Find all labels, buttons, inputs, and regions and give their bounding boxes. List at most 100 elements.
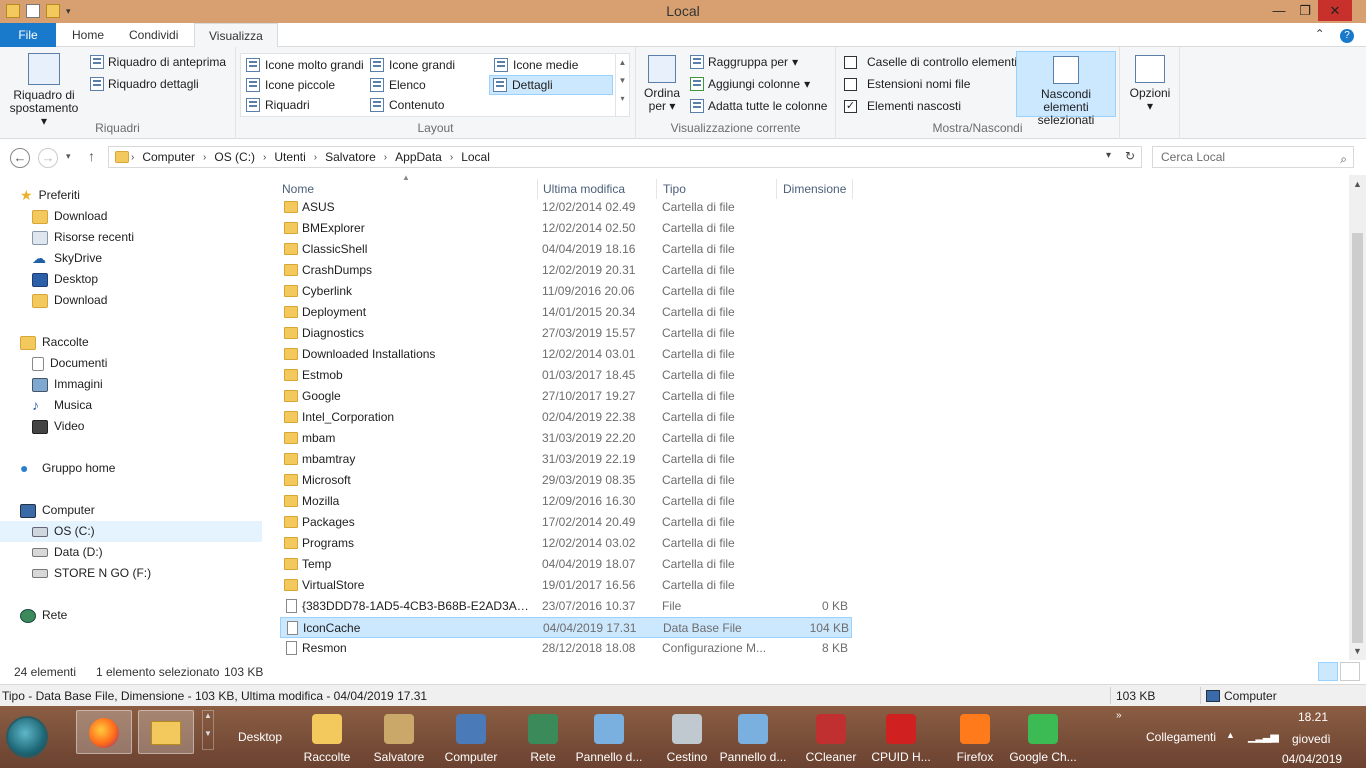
file-extensions-checkbox[interactable]: [844, 77, 857, 91]
nav-recent-places[interactable]: Risorse recenti: [32, 227, 134, 248]
cell-name[interactable]: Intel_Corporation: [302, 407, 534, 428]
scroll-down-icon[interactable]: ▼: [1349, 646, 1366, 656]
cell-name[interactable]: CrashDumps: [302, 260, 534, 281]
nav-computer[interactable]: Computer: [20, 500, 95, 521]
scrollbar-thumb[interactable]: [1352, 233, 1363, 643]
table-row[interactable]: Google 27/10/2017 19.27 Cartella di file: [280, 386, 852, 407]
layout-list[interactable]: Elenco: [367, 75, 429, 95]
cell-name[interactable]: Mozilla: [302, 491, 534, 512]
new-folder-icon[interactable]: [46, 4, 60, 18]
group-by-button[interactable]: Raggruppa per ▾: [690, 55, 798, 69]
details-view-button[interactable]: [1318, 662, 1338, 681]
nav-drive-d[interactable]: Data (D:): [32, 542, 103, 563]
up-button[interactable]: ↑: [88, 148, 95, 164]
nav-drive-f[interactable]: STORE N GO (F:): [32, 563, 151, 584]
maximize-button[interactable]: ❐: [1288, 0, 1322, 21]
cell-name[interactable]: ClassicShell: [302, 239, 534, 260]
nav-music[interactable]: ♪ Musica: [32, 395, 92, 416]
table-row[interactable]: CrashDumps 12/02/2019 20.31 Cartella di fi…: [280, 260, 852, 281]
taskbar-item-cestino[interactable]: Cestino: [652, 714, 722, 764]
layout-extra-large-icons[interactable]: Icone molto grandi: [243, 55, 367, 75]
table-row[interactable]: Resmon 28/12/2018 18.08 Configurazione M..…: [280, 638, 852, 659]
table-row[interactable]: Intel_Corporation 02/04/2019 22.38 Cartell…: [280, 407, 852, 428]
layout-large-icons[interactable]: Icone grandi: [367, 55, 458, 75]
sort-by-button[interactable]: Ordina per ▾: [640, 55, 684, 113]
breadcrumb-salvatore[interactable]: Salvatore: [325, 150, 376, 164]
taskbar-firefox-window[interactable]: [76, 710, 132, 754]
taskbar-item-computer[interactable]: Computer: [436, 714, 506, 764]
taskbar-explorer-window[interactable]: [138, 710, 194, 754]
tab-home[interactable]: Home: [58, 23, 118, 47]
signal-icon[interactable]: ▁▂▃▅: [1248, 730, 1279, 743]
table-row[interactable]: Temp 04/04/2019 18.07 Cartella di file: [280, 554, 852, 575]
hidden-items-checkbox[interactable]: ✓: [844, 99, 857, 113]
recent-locations-icon[interactable]: ▾: [66, 151, 71, 162]
breadcrumb-utenti[interactable]: Utenti: [274, 150, 305, 164]
nav-libraries[interactable]: Raccolte: [20, 332, 89, 353]
cell-name[interactable]: Resmon: [302, 638, 534, 659]
clock-date[interactable]: 04/04/2019: [1282, 752, 1342, 766]
table-row[interactable]: VirtualStore 19/01/2017 16.56 Cartella di …: [280, 575, 852, 596]
nav-documents[interactable]: Documenti: [32, 353, 107, 374]
cell-name[interactable]: Diagnostics: [302, 323, 534, 344]
hidden-items-toggle[interactable]: ✓ Elementi nascosti: [844, 99, 961, 113]
cell-name[interactable]: Microsoft: [302, 470, 534, 491]
taskbar-item-raccolte[interactable]: Raccolte: [292, 714, 362, 764]
taskbar-item-firefox[interactable]: Firefox: [940, 714, 1010, 764]
nav-drive-c[interactable]: OS (C:): [0, 521, 262, 542]
links-toolbar-label[interactable]: Collegamenti: [1146, 730, 1216, 744]
breadcrumb-os-c[interactable]: OS (C:): [214, 150, 255, 164]
clock-day[interactable]: giovedì: [1292, 732, 1331, 746]
item-checkboxes-checkbox[interactable]: [844, 55, 857, 69]
layout-small-icons[interactable]: Icone piccole: [243, 75, 338, 95]
column-header-type[interactable]: Tipo: [657, 179, 777, 199]
cell-name[interactable]: Temp: [302, 554, 534, 575]
search-icon[interactable]: ⌕: [1340, 149, 1347, 169]
item-checkboxes-toggle[interactable]: Caselle di controllo elementi: [844, 55, 1017, 69]
taskbar-item-pannello-d[interactable]: Pannello d...: [718, 714, 788, 764]
table-row[interactable]: mbam 31/03/2019 22.20 Cartella di file: [280, 428, 852, 449]
nav-pictures[interactable]: Immagini: [32, 374, 103, 395]
table-row[interactable]: ClassicShell 04/04/2019 18.16 Cartella di …: [280, 239, 852, 260]
table-row[interactable]: Estmob 01/03/2017 18.45 Cartella di file: [280, 365, 852, 386]
navigation-pane-button[interactable]: Riquadro di spostamento ▾: [6, 53, 82, 128]
nav-skydrive[interactable]: ☁ SkyDrive: [32, 248, 102, 269]
table-row[interactable]: {383DDD78-1AD5-4CB3-B68B-E2AD3ADC... 23/0…: [280, 596, 852, 617]
large-icons-view-button[interactable]: [1340, 662, 1360, 681]
table-row[interactable]: Cyberlink 11/09/2016 20.06 Cartella di fil…: [280, 281, 852, 302]
cell-name[interactable]: Cyberlink: [302, 281, 534, 302]
collapse-ribbon-icon[interactable]: ⌃: [1315, 27, 1325, 41]
nav-network[interactable]: Rete: [20, 605, 67, 626]
cell-name[interactable]: BMExplorer: [302, 218, 534, 239]
table-row[interactable]: IconCache 04/04/2019 17.31 Data Base File 1…: [280, 617, 852, 638]
cell-name[interactable]: Google: [302, 386, 534, 407]
table-row[interactable]: Microsoft 29/03/2019 08.35 Cartella di fil…: [280, 470, 852, 491]
scroll-up-icon[interactable]: ▲: [1349, 179, 1366, 189]
fit-columns-button[interactable]: Adatta tutte le colonne: [690, 99, 827, 113]
cell-name[interactable]: Programs: [302, 533, 534, 554]
back-button[interactable]: ←: [10, 148, 30, 168]
taskbar-item-ccleaner[interactable]: CCleaner: [796, 714, 866, 764]
column-header-modified[interactable]: Ultima modifica: [537, 179, 657, 199]
taskbar-item-google-ch[interactable]: Google Ch...: [1008, 714, 1078, 764]
table-row[interactable]: Downloaded Installations 12/02/2014 03.01…: [280, 344, 852, 365]
cell-name[interactable]: Downloaded Installations: [302, 344, 534, 365]
nav-favorites[interactable]: ★ Preferiti: [20, 185, 80, 206]
taskbar-scroll-handle[interactable]: ▲ ▼: [202, 710, 214, 750]
column-header-name[interactable]: Nome: [276, 179, 538, 199]
add-columns-button[interactable]: Aggiungi colonne ▾: [690, 77, 810, 91]
nav-homegroup[interactable]: ● Gruppo home: [20, 458, 115, 479]
taskbar-item-cpuid-h[interactable]: CPUID H...: [866, 714, 936, 764]
desktop-toolbar-label[interactable]: Desktop: [238, 730, 282, 744]
address-dropdown-icon[interactable]: ▾: [1106, 150, 1111, 161]
address-bar[interactable]: › Computer › OS (C:) › Utenti › Salvator…: [108, 146, 1142, 168]
vertical-scrollbar[interactable]: ▲ ▼: [1349, 175, 1366, 660]
table-row[interactable]: BMExplorer 12/02/2014 02.50 Cartella di fi…: [280, 218, 852, 239]
cell-name[interactable]: IconCache: [303, 618, 535, 639]
tab-view[interactable]: Visualizza: [194, 23, 278, 48]
cell-name[interactable]: mbamtray: [302, 449, 534, 470]
nav-download-2[interactable]: Download: [32, 290, 107, 311]
tab-file[interactable]: File: [0, 23, 56, 47]
breadcrumb-computer[interactable]: Computer: [142, 150, 195, 164]
nav-videos[interactable]: Video: [32, 416, 84, 437]
